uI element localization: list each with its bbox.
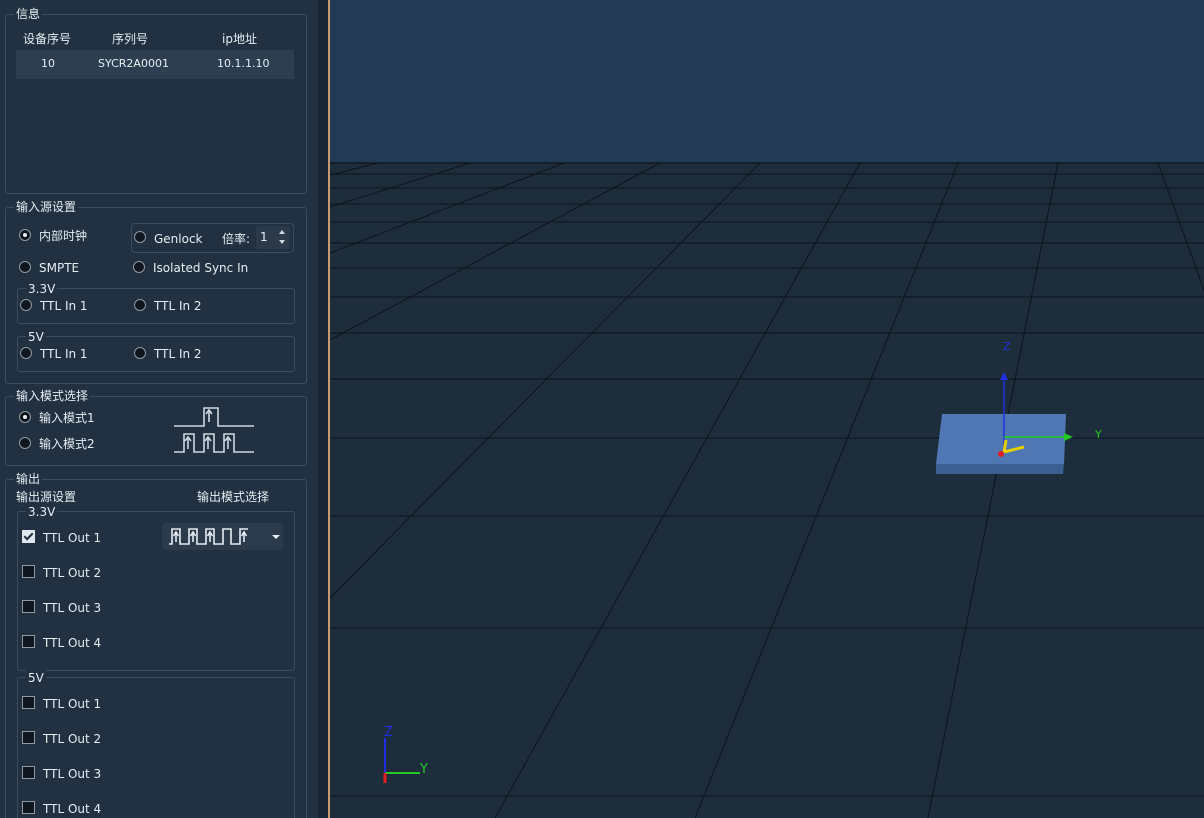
internal-clock-radio[interactable] (19, 229, 31, 241)
genlock-label: Genlock (154, 232, 203, 246)
spin-down-icon[interactable] (279, 240, 285, 244)
multiplier-label: 倍率: (222, 232, 251, 246)
output-source-settings-label: 输出源设置 (16, 490, 77, 504)
ttl-out-4-3v3-label: TTL Out 4 (43, 636, 102, 650)
corner-z-label: Z (384, 725, 393, 740)
ttl-out-2-5v-label: TTL Out 2 (43, 732, 102, 746)
ttl-in-1-3v3-label: TTL In 1 (40, 299, 88, 313)
spin-up-icon[interactable] (279, 230, 285, 234)
output-waveform-icon (169, 528, 248, 545)
output-mode-select-label: 输出模式选择 (197, 490, 270, 504)
table-row[interactable]: 10 SYCR2A0001 10.1.1.10 (16, 50, 294, 79)
internal-clock-label: 内部时钟 (39, 229, 88, 243)
isolated-sync-radio[interactable] (133, 261, 145, 273)
ttl-in-2-3v3-radio[interactable] (134, 299, 146, 311)
info-group-title: 信息 (14, 6, 43, 22)
ttl-out-3-5v-checkbox[interactable] (22, 766, 35, 779)
input-mode-1-label: 输入模式1 (39, 411, 95, 425)
3d-viewport[interactable]: Z Y Z Y (330, 0, 1204, 818)
input-mode-2-label: 输入模式2 (39, 437, 95, 451)
ttl-out-3-5v-label: TTL Out 3 (43, 767, 102, 781)
control-panel: 信息 设备序号 序列号 ip地址 10 SYCR2A0001 10.1.1.10… (0, 0, 318, 818)
column-header-device-index: 设备序号 (23, 32, 72, 46)
corner-axes-gizmo: Z Y (383, 725, 428, 783)
input-mode-1-radio[interactable] (19, 411, 31, 423)
input-mode-2-radio[interactable] (19, 437, 31, 449)
output-5v-title: 5V (26, 670, 46, 686)
ttl-in-2-5v-label: TTL In 2 (154, 347, 202, 361)
input-mode-group: 输入模式选择 (5, 388, 307, 466)
input-mode-waveform-icon (174, 407, 254, 453)
smpte-label: SMPTE (39, 261, 80, 275)
multiplier-value: 1 (260, 230, 268, 244)
ttl-out-2-3v3-checkbox[interactable] (22, 565, 35, 578)
cell-device-index: 10 (41, 57, 55, 70)
column-header-serial: 序列号 (112, 32, 149, 46)
input-mode-title: 输入模式选择 (14, 388, 91, 404)
dropdown-arrow-icon[interactable] (272, 535, 280, 539)
isolated-sync-label: Isolated Sync In (153, 261, 249, 275)
panel-splitter[interactable] (318, 0, 330, 818)
ttl-out-4-5v-label: TTL Out 4 (43, 802, 102, 816)
genlock-radio[interactable] (134, 231, 146, 243)
cell-ip: 10.1.1.10 (217, 57, 270, 70)
smpte-radio[interactable] (19, 261, 31, 273)
ttl-out-3-3v3-checkbox[interactable] (22, 600, 35, 613)
ttl-in-1-3v3-radio[interactable] (20, 299, 32, 311)
ttl-in-2-3v3-label: TTL In 2 (154, 299, 202, 313)
output-mode-dropdown[interactable] (162, 523, 283, 550)
cell-serial: SYCR2A0001 (98, 57, 169, 70)
column-header-ip: ip地址 (222, 32, 257, 46)
ttl-in-1-5v-radio[interactable] (20, 347, 32, 359)
ttl-out-3-3v3-label: TTL Out 3 (43, 601, 102, 615)
ttl-out-1-5v-label: TTL Out 1 (43, 697, 102, 711)
ttl-in-1-5v-label: TTL In 1 (40, 347, 88, 361)
output-3v3-title: 3.3V (26, 504, 58, 520)
output-title: 输出 (14, 471, 43, 487)
input-source-title: 输入源设置 (14, 199, 79, 215)
multiplier-spinbox[interactable]: 1 (256, 226, 290, 249)
corner-y-label: Y (419, 762, 428, 777)
ttl-in-2-5v-radio[interactable] (134, 347, 146, 359)
ttl-out-4-5v-checkbox[interactable] (22, 801, 35, 814)
input-5v-title: 5V (26, 329, 46, 345)
ttl-out-2-3v3-label: TTL Out 2 (43, 566, 102, 580)
ttl-out-1-3v3-label: TTL Out 1 (43, 531, 102, 545)
input-3v3-title: 3.3V (26, 281, 58, 297)
ttl-out-1-5v-checkbox[interactable] (22, 696, 35, 709)
ttl-out-4-3v3-checkbox[interactable] (22, 635, 35, 648)
ttl-out-2-5v-checkbox[interactable] (22, 731, 35, 744)
ttl-out-1-3v3-checkbox[interactable] (22, 530, 35, 543)
